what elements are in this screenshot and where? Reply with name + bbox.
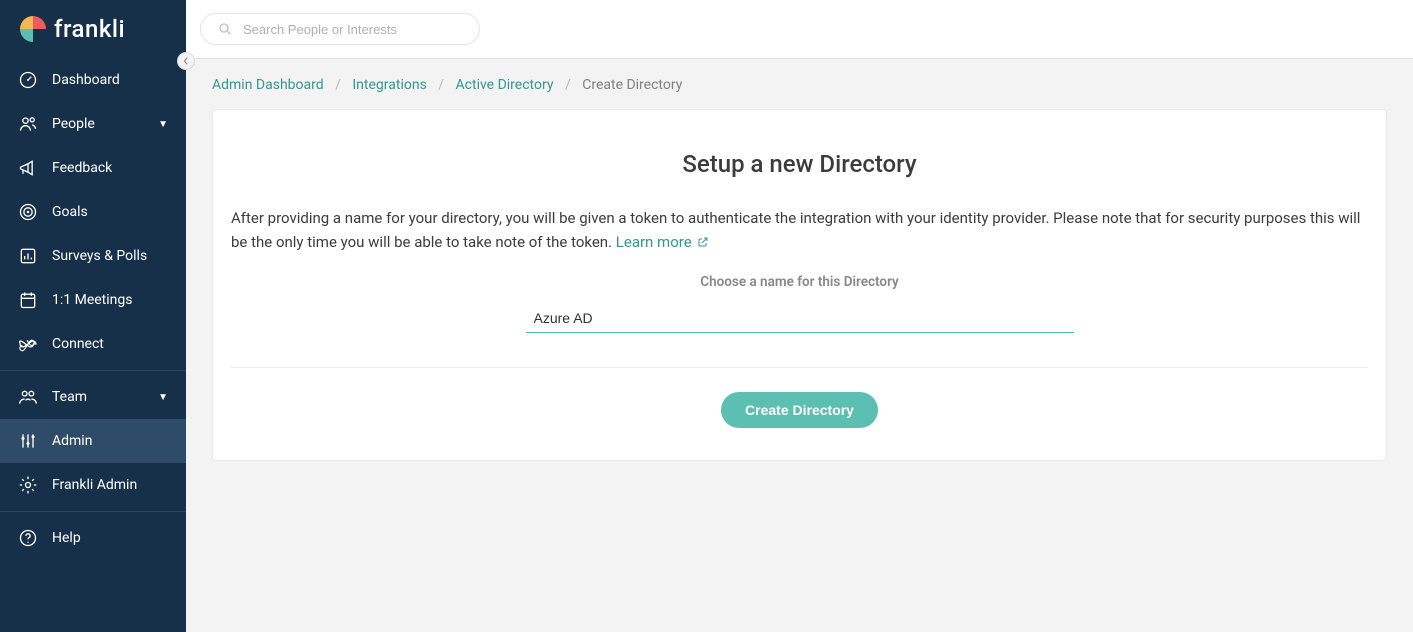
breadcrumb-link[interactable]: Integrations xyxy=(352,77,426,93)
chevron-down-icon: ▼ xyxy=(158,119,168,130)
sidebar-item-admin[interactable]: Admin xyxy=(0,419,186,463)
sidebar-item-meetings[interactable]: 1:1 Meetings xyxy=(0,278,186,322)
sidebar-item-label: Team xyxy=(52,389,144,405)
brand-logo-icon xyxy=(20,16,46,42)
brand-name: frankli xyxy=(54,15,125,43)
main-area: Admin Dashboard / Integrations / Active … xyxy=(186,0,1413,632)
external-link-icon xyxy=(697,236,709,248)
help-icon xyxy=(18,528,38,548)
chevron-down-icon: ▼ xyxy=(158,392,168,403)
directory-name-input[interactable] xyxy=(526,304,1074,333)
learn-more-link[interactable]: Learn more xyxy=(616,233,710,251)
sidebar-item-frankli-admin[interactable]: Frankli Admin xyxy=(0,463,186,507)
sidebar-item-label: Frankli Admin xyxy=(52,477,168,493)
sidebar-item-label: Surveys & Polls xyxy=(52,248,168,264)
target-icon xyxy=(18,202,38,222)
sidebar-collapse-button[interactable] xyxy=(177,52,195,70)
breadcrumb-link[interactable]: Admin Dashboard xyxy=(212,77,324,93)
content: Admin Dashboard / Integrations / Active … xyxy=(186,59,1413,479)
chart-icon xyxy=(18,246,38,266)
sidebar-item-people[interactable]: People ▼ xyxy=(0,102,186,146)
breadcrumb-link[interactable]: Active Directory xyxy=(456,77,554,93)
sidebar-item-label: Goals xyxy=(52,204,168,220)
breadcrumb: Admin Dashboard / Integrations / Active … xyxy=(212,77,1387,93)
sidebar-item-label: Connect xyxy=(52,336,168,352)
chevron-left-icon xyxy=(182,57,190,65)
sidebar-divider xyxy=(0,511,186,512)
sidebar-item-label: Feedback xyxy=(52,160,168,176)
breadcrumb-separator: / xyxy=(335,77,341,93)
sidebar-item-goals[interactable]: Goals xyxy=(0,190,186,234)
card-divider xyxy=(231,367,1368,368)
card-description: After providing a name for your director… xyxy=(231,206,1368,254)
sidebar-item-label: Dashboard xyxy=(52,72,168,88)
sidebar-item-label: Help xyxy=(52,530,168,546)
sidebar-item-surveys[interactable]: Surveys & Polls xyxy=(0,234,186,278)
sliders-icon xyxy=(18,431,38,451)
breadcrumb-separator: / xyxy=(565,77,571,93)
breadcrumb-separator: / xyxy=(438,77,444,93)
sidebar: frankli Dashboard People ▼ Feedback Goal… xyxy=(0,0,186,632)
card-title: Setup a new Directory xyxy=(231,150,1368,178)
sidebar-item-dashboard[interactable]: Dashboard xyxy=(0,58,186,102)
search-icon xyxy=(217,21,233,37)
gear-icon xyxy=(18,475,38,495)
create-directory-button[interactable]: Create Directory xyxy=(721,392,878,428)
sidebar-item-help[interactable]: Help xyxy=(0,516,186,560)
sidebar-item-team[interactable]: Team ▼ xyxy=(0,375,186,419)
gauge-icon xyxy=(18,70,38,90)
topbar xyxy=(186,0,1413,59)
sidebar-item-label: Admin xyxy=(52,433,168,449)
breadcrumb-current: Create Directory xyxy=(582,77,682,93)
sidebar-item-connect[interactable]: Connect xyxy=(0,322,186,366)
megaphone-icon xyxy=(18,158,38,178)
field-label: Choose a name for this Directory xyxy=(231,274,1368,290)
search-box[interactable] xyxy=(200,13,480,45)
infinity-icon xyxy=(18,334,38,354)
brand-logo[interactable]: frankli xyxy=(0,0,186,58)
search-input[interactable] xyxy=(243,22,463,37)
sidebar-divider xyxy=(0,370,186,371)
card: Setup a new Directory After providing a … xyxy=(212,109,1387,461)
people-icon xyxy=(18,114,38,134)
team-icon xyxy=(18,387,38,407)
calendar-icon xyxy=(18,290,38,310)
sidebar-item-feedback[interactable]: Feedback xyxy=(0,146,186,190)
sidebar-item-label: People xyxy=(52,116,144,132)
sidebar-item-label: 1:1 Meetings xyxy=(52,292,168,308)
